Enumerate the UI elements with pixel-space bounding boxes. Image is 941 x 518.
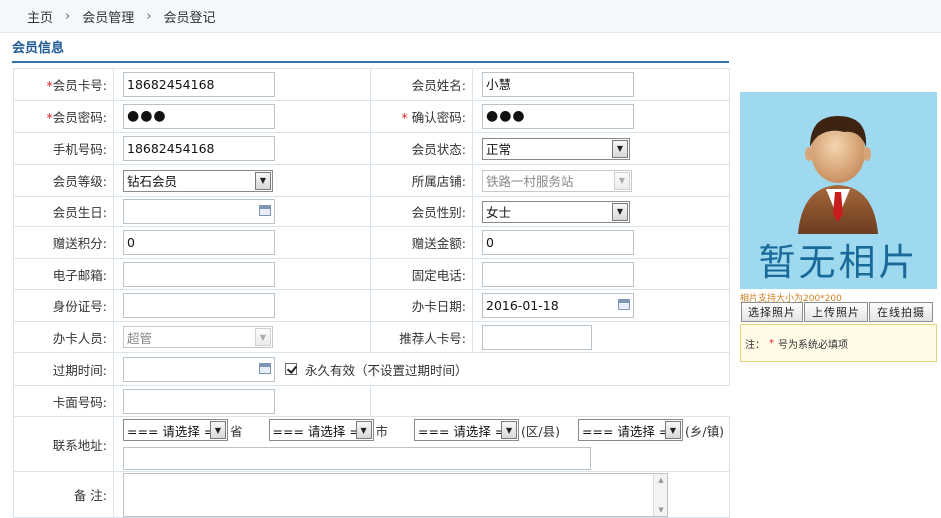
points-input[interactable]: 0 — [123, 230, 275, 255]
required-note: 注： * 号为系统必填项 — [740, 324, 937, 362]
province-select[interactable]: === 请选择 ===▼ — [123, 419, 228, 441]
member-photo-placeholder: 暂无相片 — [740, 92, 937, 289]
scroll-down-icon[interactable]: ▼ — [654, 506, 668, 514]
district-unit: (区/县) — [521, 423, 560, 439]
tel-input[interactable] — [482, 261, 634, 287]
issue-date-input[interactable]: 2016-01-18 — [482, 293, 634, 318]
email-input[interactable] — [123, 261, 275, 287]
points-label: 赠送积分: — [13, 226, 114, 259]
chevron-right-icon: › — [146, 8, 152, 24]
idcard-label: 身份证号: — [13, 289, 114, 322]
breadcrumb-home[interactable]: 主页 — [27, 7, 53, 26]
phone-label: 手机号码: — [13, 132, 114, 165]
city-select[interactable]: === 请选择 ===▼ — [268, 419, 374, 441]
confirm-password-input[interactable]: ●●● — [482, 104, 634, 129]
remark-label: 备 注: — [13, 471, 114, 518]
status-label: 会员状态: — [370, 132, 473, 165]
breadcrumb-member-register: 会员登记 — [163, 10, 216, 26]
referrer-label: 推荐人卡号: — [370, 321, 473, 353]
idcard-input[interactable] — [123, 293, 275, 318]
dropdown-arrow-icon: ▼ — [210, 421, 226, 439]
breadcrumb: 主页 › 会员管理 › 会员登记 — [0, 0, 941, 33]
city-unit: 市 — [375, 423, 389, 439]
face-no-input[interactable] — [123, 388, 275, 414]
address-label: 联系地址: — [13, 416, 114, 472]
required-mark: * — [769, 337, 774, 349]
name-input[interactable]: 小慧 — [482, 72, 634, 97]
district-select[interactable]: === 请选择 ===▼ — [414, 419, 520, 441]
permanent-label: 永久有效（不设置过期时间） — [304, 362, 468, 378]
town-unit: (乡/镇) — [685, 423, 724, 439]
dropdown-arrow-icon: ▼ — [255, 171, 271, 190]
amount-label: 赠送金额: — [370, 226, 473, 259]
calendar-icon[interactable] — [259, 205, 271, 216]
capture-photo-button[interactable]: 在线拍摄 — [869, 302, 933, 322]
confirm-password-label: * 确认密码: — [370, 100, 473, 133]
dropdown-arrow-icon: ▼ — [612, 202, 628, 221]
issue-date-label: 办卡日期: — [370, 289, 473, 322]
dropdown-arrow-icon: ▼ — [612, 139, 628, 158]
password-label: *会员密码: — [13, 100, 114, 133]
password-input[interactable]: ●●● — [123, 104, 275, 129]
upload-photo-button[interactable]: 上传照片 — [804, 302, 868, 322]
operator-select: 超管 ▼ — [123, 326, 273, 348]
chevron-right-icon: › — [65, 8, 71, 24]
birthday-label: 会员生日: — [13, 196, 114, 227]
permanent-checkbox[interactable] — [284, 363, 297, 375]
province-unit: 省 — [230, 423, 243, 439]
required-mark: * — [401, 110, 408, 125]
calendar-icon[interactable] — [618, 299, 630, 310]
face-no-label: 卡面号码: — [13, 385, 114, 417]
section-title: 会员信息 — [12, 40, 729, 63]
no-photo-text: 暂无相片 — [758, 241, 919, 284]
level-select[interactable]: 钻石会员 ▼ — [123, 169, 273, 192]
remark-textarea[interactable]: ▲ ▼ — [123, 472, 668, 517]
store-select: 铁路一村服务站 ▼ — [482, 169, 632, 192]
dropdown-arrow-icon: ▼ — [255, 328, 271, 346]
breadcrumb-member-management[interactable]: 会员管理 — [82, 7, 134, 26]
expire-label: 过期时间: — [13, 352, 114, 386]
phone-input[interactable]: 18682454168 — [123, 136, 275, 161]
member-form: *会员卡号: 18682454168 会员姓名: 小慧 *会员密码: ●●● *… — [13, 68, 730, 518]
name-label: 会员姓名: — [370, 68, 473, 101]
email-label: 电子邮箱: — [13, 258, 114, 290]
dropdown-arrow-icon: ▼ — [501, 421, 518, 439]
gender-select[interactable]: 女士 ▼ — [482, 200, 630, 223]
store-label: 所属店铺: — [370, 164, 473, 197]
photo-buttons: 选择照片 上传照片 在线拍摄 — [741, 302, 933, 322]
select-photo-button[interactable]: 选择照片 — [741, 302, 803, 322]
birthday-input[interactable] — [123, 199, 275, 224]
tel-label: 固定电话: — [370, 258, 473, 290]
level-label: 会员等级: — [13, 164, 114, 197]
card-no-input[interactable]: 18682454168 — [123, 72, 275, 97]
card-no-label: *会员卡号: — [13, 68, 114, 101]
dropdown-arrow-icon: ▼ — [614, 171, 630, 190]
town-select[interactable]: === 请选择 ===▼ — [578, 419, 683, 441]
scroll-up-icon[interactable]: ▲ — [654, 476, 668, 484]
amount-input[interactable]: 0 — [482, 230, 634, 255]
address-selects: === 请选择 ===▼ 省 === 请选择 ===▼ 市 === 请选择 ==… — [123, 418, 729, 442]
operator-label: 办卡人员: — [13, 321, 114, 353]
dropdown-arrow-icon: ▼ — [355, 421, 372, 439]
referrer-input[interactable] — [482, 324, 592, 350]
textarea-scrollbar[interactable]: ▲ ▼ — [653, 473, 668, 516]
gender-label: 会员性别: — [370, 196, 473, 227]
dropdown-arrow-icon: ▼ — [665, 421, 681, 439]
expire-input[interactable] — [123, 356, 275, 382]
calendar-icon[interactable] — [259, 362, 271, 374]
address-detail-input[interactable] — [123, 447, 591, 470]
status-select[interactable]: 正常 ▼ — [482, 137, 630, 160]
